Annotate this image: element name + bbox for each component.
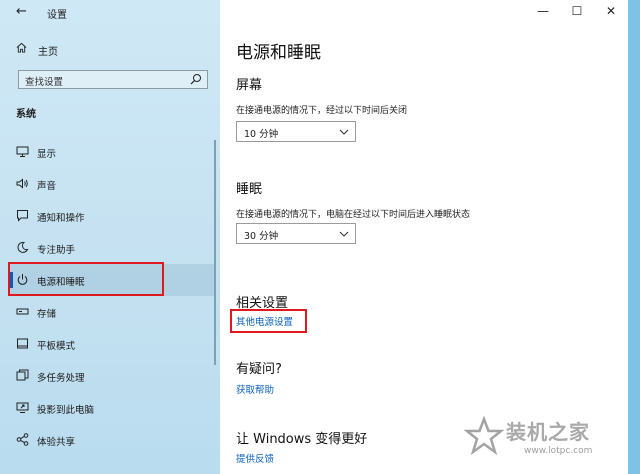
- sleep-timeout-select[interactable]: 30 分钟: [236, 223, 356, 244]
- speaker-icon: [16, 178, 28, 189]
- screen-timeout-value: 10 分钟: [244, 129, 279, 140]
- sidebar-item-label: 显示: [37, 149, 57, 160]
- sidebar-scrollbar[interactable]: [214, 140, 216, 365]
- back-arrow-icon[interactable]: ←: [16, 4, 27, 19]
- highlight-box-power-sleep: [8, 262, 164, 296]
- sidebar-item-notifications[interactable]: 通知和操作: [10, 200, 215, 232]
- sidebar-home-label: 主页: [38, 47, 58, 58]
- sidebar-item-label: 存储: [37, 309, 57, 320]
- give-feedback-link[interactable]: 提供反馈: [236, 451, 274, 465]
- watermark-url: www.lotpc.com: [524, 446, 593, 456]
- sidebar-item-display[interactable]: 显示: [10, 136, 215, 168]
- watermark-text: 装机之家: [506, 420, 590, 444]
- sleep-timeout-value: 30 分钟: [244, 231, 279, 242]
- screen-heading: 屏幕: [236, 78, 263, 93]
- notification-icon: [17, 210, 28, 222]
- sidebar-item-label: 多任务处理: [37, 373, 85, 384]
- sidebar-item-label: 通知和操作: [37, 213, 85, 224]
- sidebar-item-multitasking[interactable]: 多任务处理: [10, 360, 215, 392]
- watermark-logo: 装机之家 www.lotpc.com: [464, 412, 624, 472]
- sidebar-item-label: 投影到此电脑: [37, 405, 95, 416]
- sidebar-item-label: 体验共享: [37, 437, 76, 448]
- settings-sidebar: ← 设置 主页 查找设置 系统 显示 声音 通知和操作 专注助手 电源和睡眠 存…: [0, 0, 220, 474]
- search-input[interactable]: 查找设置: [18, 70, 208, 89]
- star-logo-icon: [464, 416, 504, 456]
- home-icon: [16, 42, 27, 53]
- storage-icon: [16, 308, 29, 315]
- search-placeholder: 查找设置: [25, 77, 64, 88]
- sidebar-item-storage[interactable]: 存储: [10, 296, 215, 328]
- sidebar-item-tablet-mode[interactable]: 平板模式: [10, 328, 215, 360]
- sidebar-item-sound[interactable]: 声音: [10, 168, 215, 200]
- sleep-heading: 睡眠: [236, 182, 263, 197]
- chevron-down-icon: [339, 231, 349, 237]
- sleep-description: 在接通电源的情况下，电脑在经过以下时间后进入睡眠状态: [236, 210, 471, 220]
- highlight-box-power-link: [230, 309, 307, 333]
- sidebar-item-label: 专注助手: [37, 245, 76, 256]
- share-icon: [16, 433, 29, 446]
- app-title: 设置: [47, 10, 67, 21]
- titlebar: ← 设置: [10, 0, 220, 24]
- monitor-icon: [16, 146, 29, 157]
- sidebar-item-shared-experiences[interactable]: 体验共享: [10, 424, 215, 456]
- multitask-icon: [16, 369, 29, 381]
- search-icon[interactable]: [190, 73, 202, 85]
- sidebar-home[interactable]: 主页: [10, 40, 210, 60]
- sidebar-item-focus-assist[interactable]: 专注助手: [10, 232, 215, 264]
- sidebar-item-label: 平板模式: [37, 341, 76, 352]
- faq-heading: 有疑问?: [236, 362, 282, 377]
- maximize-button[interactable]: ☐: [560, 0, 594, 24]
- sidebar-item-label: 声音: [37, 181, 57, 192]
- sidebar-section-title: 系统: [16, 109, 36, 120]
- improve-windows-heading: 让 Windows 变得更好: [236, 432, 368, 447]
- page-title: 电源和睡眠: [236, 43, 321, 63]
- tablet-icon: [17, 338, 28, 349]
- close-button[interactable]: ✕: [594, 0, 628, 24]
- moon-icon: [17, 241, 29, 253]
- desktop-background-right: [628, 0, 640, 474]
- window-controls: — ☐ ✕: [526, 0, 628, 24]
- screen-timeout-select[interactable]: 10 分钟: [236, 121, 356, 142]
- screen-description: 在接通电源的情况下，经过以下时间后关闭: [236, 106, 408, 116]
- get-help-link[interactable]: 获取帮助: [236, 382, 274, 396]
- sidebar-item-project[interactable]: 投影到此电脑: [10, 392, 215, 424]
- minimize-button[interactable]: —: [526, 0, 560, 24]
- project-icon: [16, 402, 29, 413]
- chevron-down-icon: [339, 129, 349, 135]
